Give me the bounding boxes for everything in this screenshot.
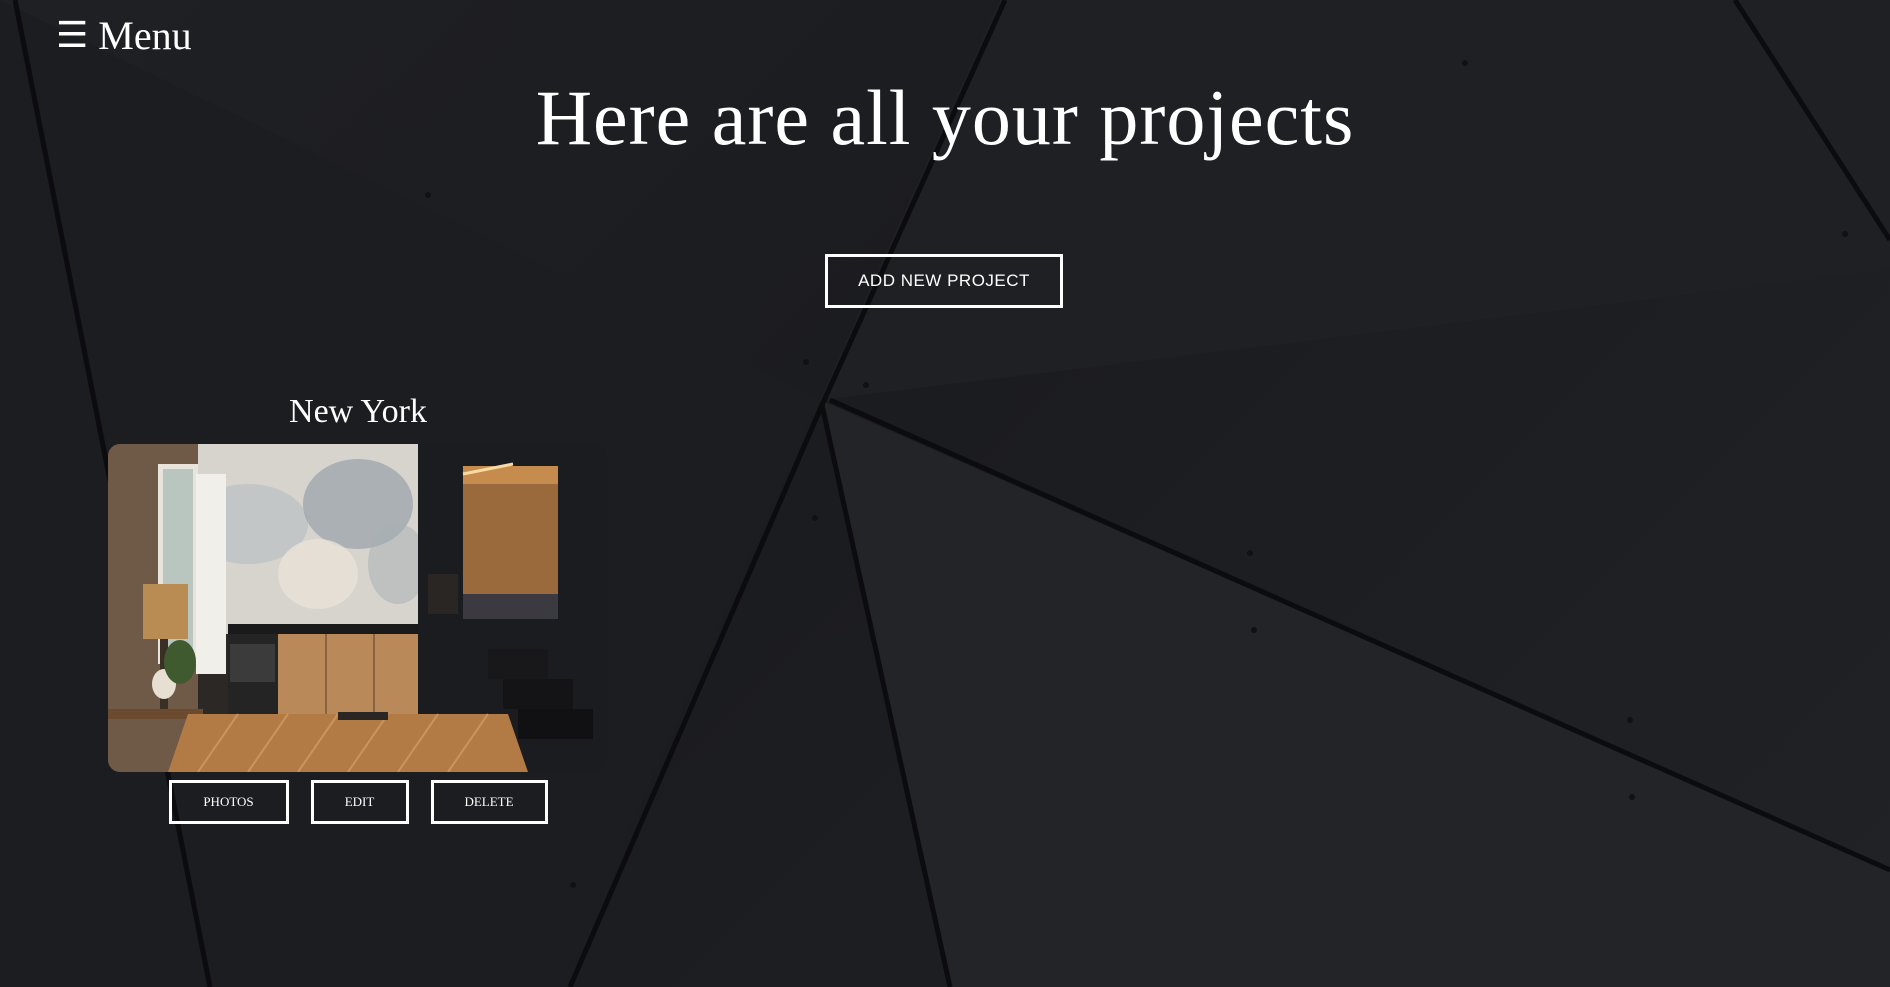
photos-button[interactable]: PHOTOS [168,780,289,824]
project-title: New York [289,393,427,430]
interior-kitchen-image [108,444,608,772]
project-card: New York PHOTOS EDIT DELETE [108,390,608,824]
page: ☰ Menu Here are all your projects ADD NE… [0,0,1890,987]
menu-label: Menu [98,13,192,58]
page-title: Here are all your projects [535,74,1355,161]
add-new-project-button[interactable]: ADD NEW PROJECT [825,254,1063,308]
project-actions: PHOTOS EDIT DELETE [108,780,608,824]
project-thumbnail[interactable] [108,444,608,772]
hamburger-icon: ☰ [56,15,89,56]
menu-toggle[interactable]: ☰ Menu [56,12,192,60]
edit-button[interactable]: EDIT [310,780,409,824]
delete-button[interactable]: DELETE [430,780,548,824]
